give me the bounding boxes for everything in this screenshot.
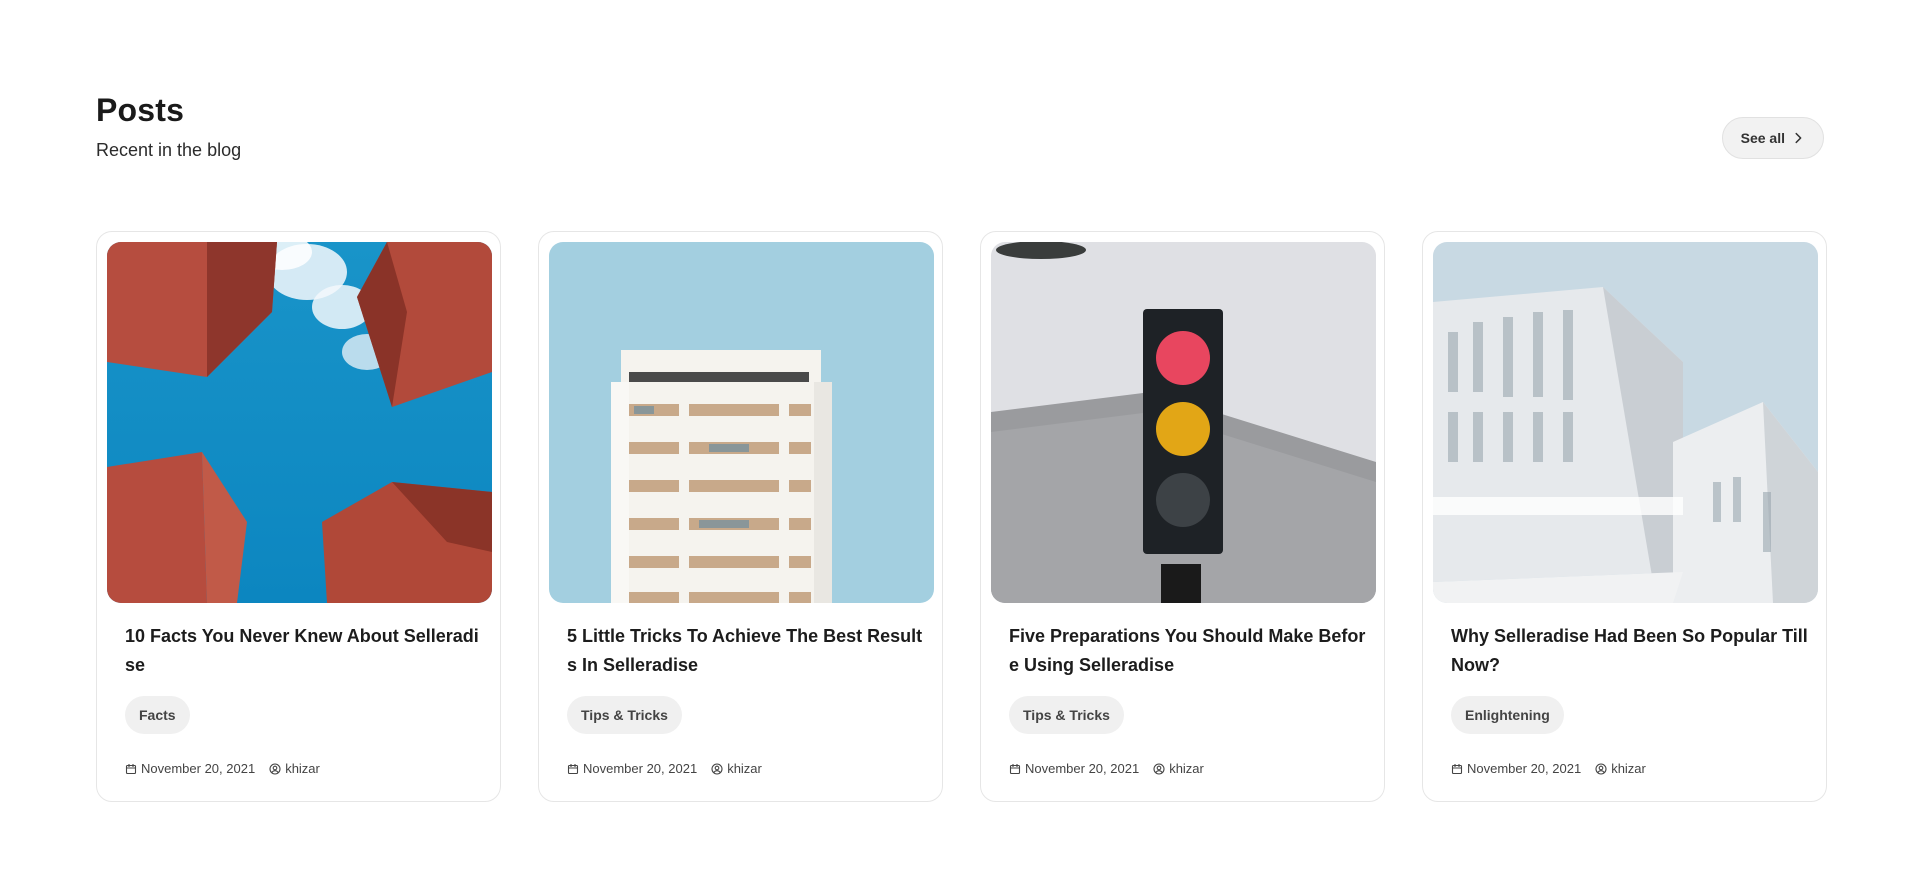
post-meta: November 20, 2021 khizar (125, 761, 320, 776)
category-tag[interactable]: Tips & Tricks (1009, 696, 1124, 734)
post-author[interactable]: khizar (727, 761, 762, 776)
user-circle-icon (1153, 762, 1165, 775)
calendar-icon (125, 763, 137, 774)
section-subtitle: Recent in the blog (96, 140, 242, 160)
see-all-label: See all (1740, 130, 1785, 146)
posts-section: Posts Recent in the blog See all 10 Fact… (0, 0, 1905, 892)
category-tag[interactable]: Tips & Tricks (567, 696, 682, 734)
post-title[interactable]: Five Preparations You Should Make Before… (1009, 622, 1366, 680)
user-circle-icon (1595, 762, 1607, 775)
post-thumbnail[interactable] (1433, 242, 1818, 603)
post-card[interactable]: Why Selleradise Had Been So Popular Till… (1422, 231, 1827, 802)
calendar-icon (1451, 763, 1463, 774)
category-tag[interactable]: Facts (125, 696, 190, 734)
post-date: November 20, 2021 (141, 761, 256, 776)
post-title[interactable]: 5 Little Tricks To Achieve The Best Resu… (567, 622, 924, 680)
calendar-icon (567, 763, 579, 774)
chevron-right-icon (1795, 132, 1802, 144)
post-date: November 20, 2021 (1025, 761, 1140, 776)
post-meta: November 20, 2021 khizar (1009, 761, 1204, 776)
user-circle-icon (269, 762, 281, 775)
post-author[interactable]: khizar (1611, 761, 1646, 776)
post-card[interactable]: 5 Little Tricks To Achieve The Best Resu… (538, 231, 943, 802)
post-card[interactable]: Five Preparations You Should Make Before… (980, 231, 1385, 802)
post-author[interactable]: khizar (285, 761, 320, 776)
post-card[interactable]: 10 Facts You Never Knew About Selleradis… (96, 231, 501, 802)
see-all-button[interactable]: See all (1721, 117, 1824, 159)
section-title: Posts (96, 92, 185, 128)
user-circle-icon (711, 762, 723, 775)
post-meta: November 20, 2021 khizar (1451, 761, 1646, 776)
post-date: November 20, 2021 (583, 761, 698, 776)
posts-grid: 10 Facts You Never Knew About Selleradis… (96, 231, 1827, 802)
post-thumbnail[interactable] (991, 242, 1376, 603)
post-date: November 20, 2021 (1467, 761, 1582, 776)
section-header: Posts Recent in the blog (96, 88, 241, 162)
post-title[interactable]: 10 Facts You Never Knew About Selleradis… (125, 622, 482, 680)
post-author[interactable]: khizar (1169, 761, 1204, 776)
calendar-icon (1009, 763, 1021, 774)
post-thumbnail[interactable] (107, 242, 492, 603)
post-title[interactable]: Why Selleradise Had Been So Popular Till… (1451, 622, 1808, 680)
post-meta: November 20, 2021 khizar (567, 761, 762, 776)
category-tag[interactable]: Enlightening (1451, 696, 1564, 734)
post-thumbnail[interactable] (549, 242, 934, 603)
